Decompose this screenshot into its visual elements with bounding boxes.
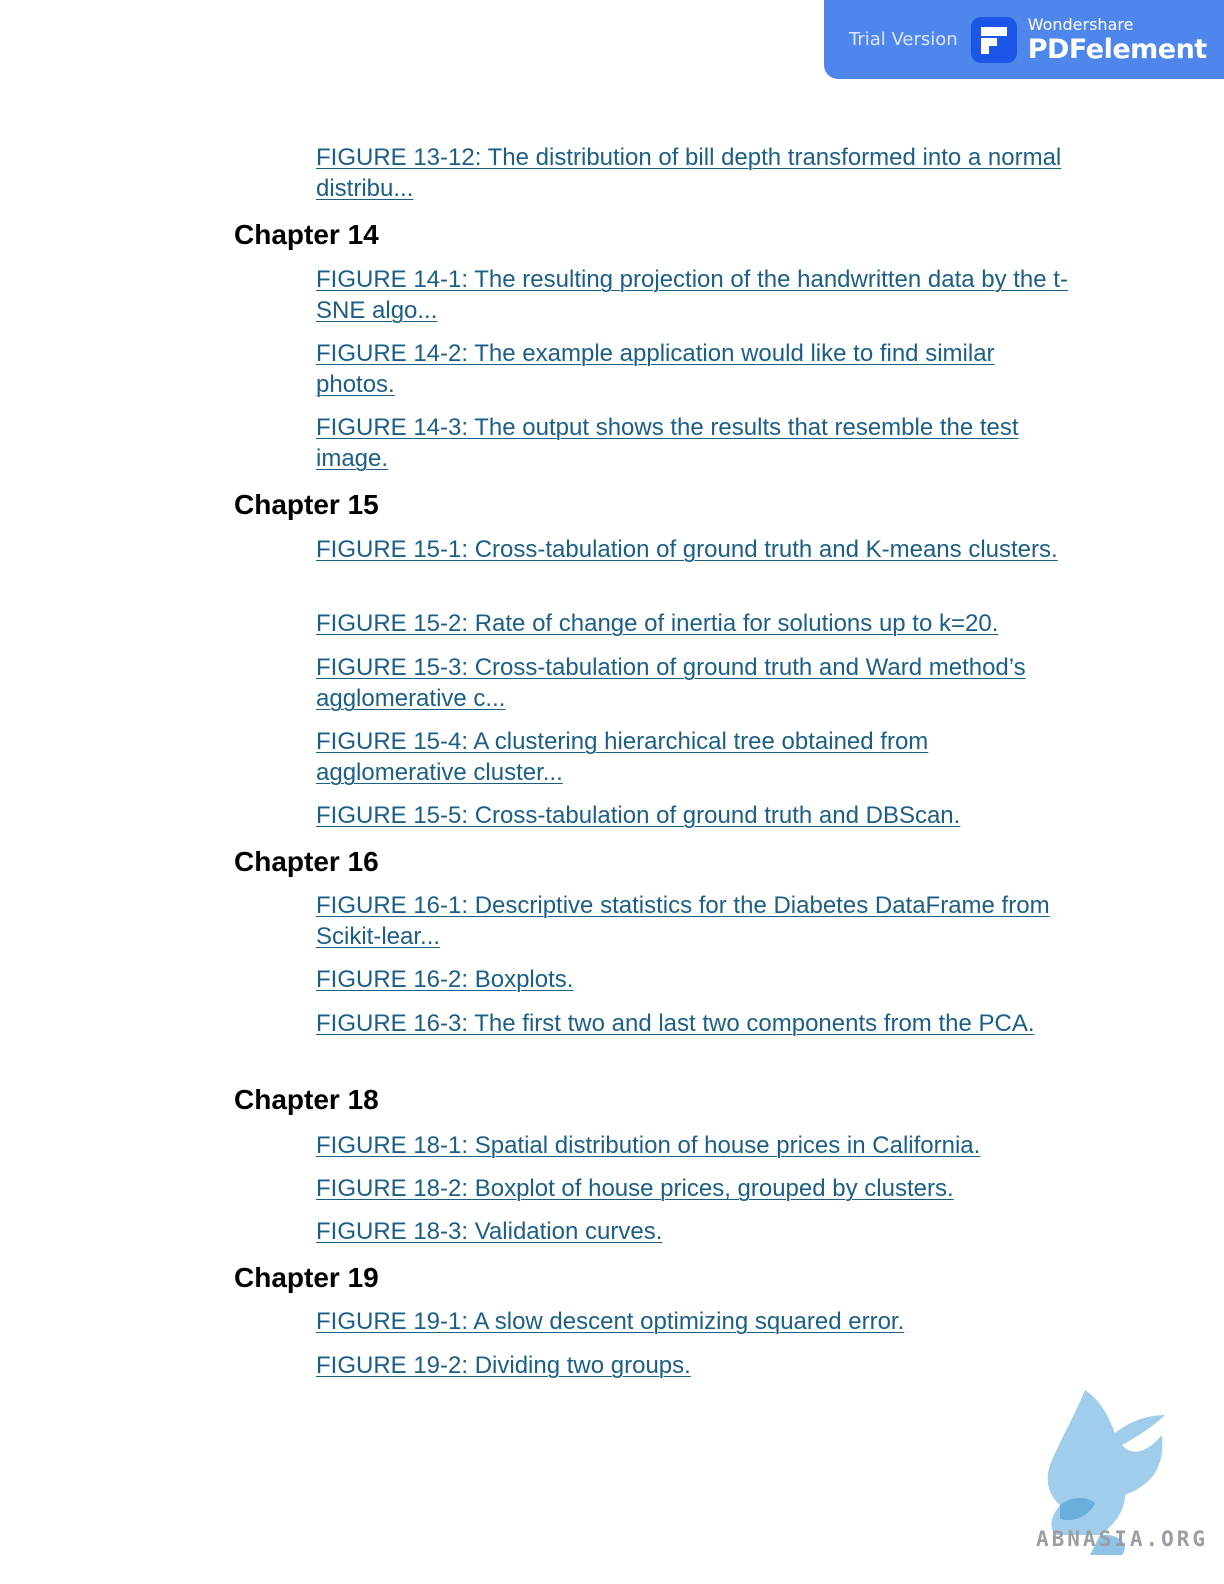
chapter-heading: Chapter 18 bbox=[234, 1084, 379, 1115]
figure-link[interactable]: FIGURE 15-2: Rate of change of inertia f… bbox=[316, 608, 1076, 639]
figure-link[interactable]: FIGURE 15-1: Cross-tabulation of ground … bbox=[316, 534, 1076, 565]
figure-link[interactable]: FIGURE 18-3: Validation curves. bbox=[316, 1216, 1076, 1247]
figure-link[interactable]: FIGURE 16-3: The first two and last two … bbox=[316, 1008, 1076, 1039]
figure-link[interactable]: FIGURE 16-1: Descriptive statistics for … bbox=[316, 890, 1076, 952]
figure-link[interactable]: FIGURE 14-2: The example application wou… bbox=[316, 338, 1076, 400]
figure-link[interactable]: FIGURE 14-1: The resulting projection of… bbox=[316, 264, 1076, 326]
watermark-text: ABNASIA.ORG bbox=[1036, 1527, 1209, 1551]
brand-small: Wondershare bbox=[1027, 14, 1134, 34]
chapter-heading: Chapter 19 bbox=[234, 1262, 379, 1293]
figure-link[interactable]: FIGURE 15-5: Cross-tabulation of ground … bbox=[316, 800, 1076, 831]
figure-link[interactable]: FIGURE 16-2: Boxplots. bbox=[316, 964, 1076, 995]
pdfelement-logo-icon bbox=[970, 16, 1017, 63]
figure-link[interactable]: FIGURE 19-2: Dividing two groups. bbox=[316, 1350, 1076, 1381]
brand-name: Wondershare PDFelement bbox=[1027, 14, 1208, 65]
figure-link[interactable]: FIGURE 15-3: Cross-tabulation of ground … bbox=[316, 652, 1076, 714]
figure-link[interactable]: FIGURE 13-12: The distribution of bill d… bbox=[316, 142, 1076, 204]
figure-link[interactable]: FIGURE 18-1: Spatial distribution of hou… bbox=[316, 1130, 1076, 1161]
figure-link[interactable]: FIGURE 14-3: The output shows the result… bbox=[316, 412, 1076, 474]
trial-version-label: Trial Version bbox=[849, 29, 958, 50]
chapter-heading: Chapter 16 bbox=[234, 846, 379, 877]
brand-big: PDFelement bbox=[1027, 33, 1208, 65]
figure-link[interactable]: FIGURE 18-2: Boxplot of house prices, gr… bbox=[316, 1173, 1076, 1204]
figure-link[interactable]: FIGURE 15-4: A clustering hierarchical t… bbox=[316, 726, 1076, 788]
chapter-heading: Chapter 14 bbox=[234, 219, 379, 250]
trial-banner[interactable]: Trial Version Wondershare PDFelement bbox=[824, 0, 1224, 79]
chapter-heading: Chapter 15 bbox=[234, 489, 379, 520]
figure-link[interactable]: FIGURE 19-1: A slow descent optimizing s… bbox=[316, 1306, 1076, 1337]
